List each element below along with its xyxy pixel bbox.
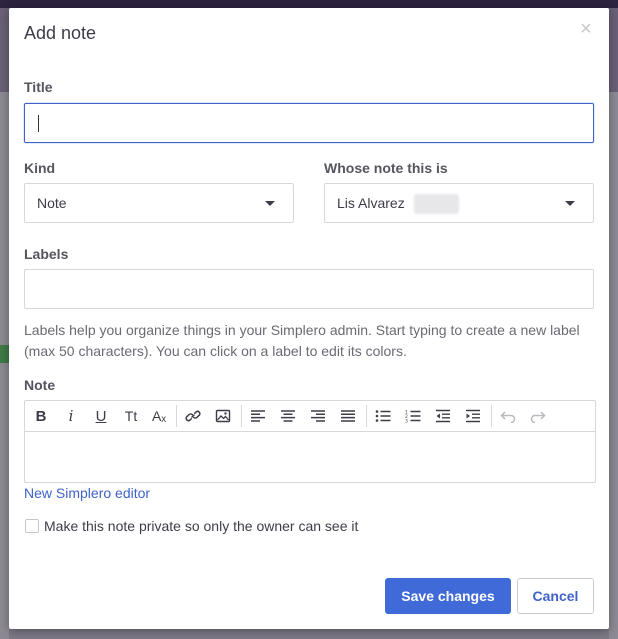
kind-selected-value: Note xyxy=(37,195,67,211)
toolbar-divider xyxy=(176,405,177,427)
labels-input[interactable] xyxy=(24,269,594,309)
align-left-icon[interactable] xyxy=(246,405,270,427)
numbered-list-icon[interactable]: 123 xyxy=(401,405,425,427)
toolbar-divider xyxy=(491,405,492,427)
svg-text:3: 3 xyxy=(405,419,408,424)
redacted-email xyxy=(414,194,459,214)
bulleted-list-icon[interactable] xyxy=(371,405,395,427)
text-size-icon[interactable]: Tt xyxy=(119,405,143,427)
text-caret xyxy=(38,115,39,132)
indent-icon[interactable] xyxy=(461,405,485,427)
cancel-button[interactable]: Cancel xyxy=(517,578,594,614)
toolbar-divider xyxy=(241,405,242,427)
kind-select[interactable]: Note xyxy=(24,183,294,223)
modal-title: Add note xyxy=(24,23,97,43)
owner-label: Whose note this is xyxy=(324,160,448,176)
background-left-strip xyxy=(0,92,9,639)
outdent-icon[interactable] xyxy=(431,405,455,427)
title-input[interactable] xyxy=(24,103,594,143)
clear-formatting-icon[interactable]: Aₓ xyxy=(147,405,171,427)
image-icon[interactable] xyxy=(211,405,235,427)
align-center-icon[interactable] xyxy=(276,405,300,427)
redo-icon[interactable] xyxy=(526,405,550,427)
underline-icon[interactable]: U xyxy=(89,405,113,427)
background-green-marker xyxy=(0,345,9,363)
close-icon[interactable]: × xyxy=(578,18,594,40)
undo-icon[interactable] xyxy=(496,405,520,427)
background-right-strip xyxy=(609,92,618,639)
private-checkbox[interactable] xyxy=(25,519,39,533)
labels-label: Labels xyxy=(24,246,69,262)
chevron-down-icon xyxy=(265,201,275,206)
owner-select[interactable]: Lis Alvarez xyxy=(324,183,594,223)
labels-help-text: Labels help you organize things in your … xyxy=(24,322,580,359)
chevron-down-icon xyxy=(565,201,575,206)
align-right-icon[interactable] xyxy=(306,405,330,427)
align-justify-icon[interactable] xyxy=(336,405,360,427)
kind-label: Kind xyxy=(24,160,56,176)
save-changes-button[interactable]: Save changes xyxy=(385,578,511,614)
title-label: Title xyxy=(24,79,53,95)
owner-selected-value: Lis Alvarez xyxy=(337,195,405,211)
toolbar-divider xyxy=(366,405,367,427)
add-note-modal: Add note × Title Kind Note Whose note th… xyxy=(9,8,609,629)
editor-toolbar: B i U Tt Aₓ 1 2 3 xyxy=(25,401,595,432)
note-editor[interactable]: B i U Tt Aₓ 1 2 3 xyxy=(24,400,596,483)
note-label: Note xyxy=(24,377,56,393)
private-checkbox-label[interactable]: Make this note private so only the owner… xyxy=(44,518,358,534)
bold-icon[interactable]: B xyxy=(29,405,53,427)
background-top-bar xyxy=(0,0,618,8)
link-icon[interactable] xyxy=(181,405,205,427)
new-editor-link[interactable]: New Simplero editor xyxy=(24,485,150,501)
italic-icon[interactable]: i xyxy=(59,405,83,427)
